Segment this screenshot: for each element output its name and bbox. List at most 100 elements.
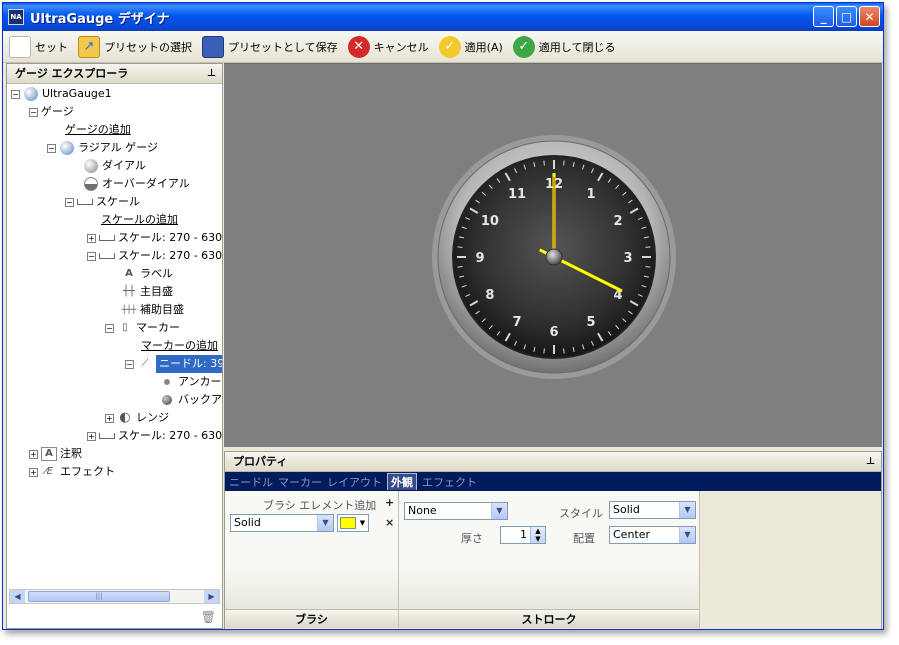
scale-ruler-icon: [99, 249, 115, 263]
collapse-icon[interactable]: −: [11, 89, 20, 99]
tree-link-add-scale[interactable]: スケールの追加: [101, 211, 178, 229]
tree-node-root[interactable]: − UltraGauge1: [11, 85, 112, 103]
tree-node-dial[interactable]: ダイアル: [83, 157, 146, 175]
save-preset-button[interactable]: プリセットとして保存: [202, 35, 338, 58]
clock-numeral: 9: [475, 251, 484, 266]
expand-icon[interactable]: +: [29, 449, 38, 459]
clock-numeral: 7: [512, 315, 521, 330]
tree-node-anchor[interactable]: アンカー: [159, 373, 222, 391]
tab-effects[interactable]: エフェクト: [422, 474, 477, 490]
tree-node-effects[interactable]: + ⁄E エフェクト: [29, 463, 115, 481]
close-button[interactable]: ✕: [859, 6, 880, 27]
collapse-icon[interactable]: −: [47, 143, 56, 153]
expand-icon[interactable]: +: [29, 467, 38, 477]
apply-close-button[interactable]: ✓ 適用して閉じる: [512, 35, 616, 58]
cancel-x-icon: ✕: [347, 35, 370, 58]
minimize-button[interactable]: _: [813, 6, 834, 27]
add-brush-element-button[interactable]: +: [385, 496, 394, 509]
placement-select[interactable]: Center ▼: [609, 526, 696, 544]
stroke-section: None ▼ スタイル Solid ▼ 厚さ 1 ▲▼ 配置 Center ▼: [399, 491, 700, 628]
brush-color-picker[interactable]: ▼: [337, 514, 369, 532]
apply-close-label: 適用して閉じる: [538, 40, 616, 54]
reset-label: セット: [35, 40, 68, 54]
annotation-a-icon: A: [41, 447, 57, 461]
major-tick-icon: ┼┼: [122, 286, 136, 297]
chevron-down-icon: ▼: [679, 502, 695, 518]
tree-node-gauges[interactable]: − ゲージ: [29, 103, 74, 121]
tab-marker[interactable]: マーカー: [278, 474, 322, 490]
title-bar[interactable]: NA UltraGauge デザイナ _ □ ✕: [3, 3, 883, 31]
tree-node-markers[interactable]: − ▯ マーカー: [105, 319, 180, 337]
tree-node-minor-ticks[interactable]: ┼┼┼ 補助目盛: [121, 301, 184, 319]
collapse-icon[interactable]: −: [125, 359, 134, 369]
tree-label: 注釈: [60, 447, 82, 460]
brush-type-select[interactable]: Solid ▼: [230, 514, 334, 532]
stroke-brush-select[interactable]: None ▼: [404, 502, 508, 520]
tab-needle[interactable]: ニードル: [229, 474, 273, 490]
maximize-button[interactable]: □: [836, 6, 857, 27]
expand-icon[interactable]: +: [105, 413, 114, 423]
tree-label: 補助目盛: [140, 303, 184, 316]
remove-brush-element-button[interactable]: ×: [385, 516, 394, 529]
brush-footer: ブラシ: [225, 609, 398, 628]
window-title: UltraGauge デザイナ: [30, 11, 170, 27]
tab-layout[interactable]: レイアウト: [327, 474, 382, 490]
tree-node-needle[interactable]: − ⟋ ニードル: 39: [125, 355, 222, 373]
tree-label: マーカーの追加: [141, 339, 218, 352]
trash-icon[interactable]: 🗑: [201, 610, 216, 624]
tree-node-back[interactable]: バックア: [159, 391, 222, 409]
reset-button[interactable]: セット: [9, 35, 68, 58]
scroll-right-icon[interactable]: ▶: [204, 590, 219, 603]
collapse-icon[interactable]: −: [65, 197, 74, 207]
tree-node-annotations[interactable]: + A 注釈: [29, 445, 82, 463]
tree-label: ラベル: [140, 267, 173, 280]
tree-label: オーバーダイアル: [102, 177, 190, 190]
tree-node-label[interactable]: A ラベル: [121, 265, 173, 283]
stroke-style-select[interactable]: Solid ▼: [609, 501, 696, 519]
tree-label-selected: ニードル: 39: [156, 355, 222, 373]
collapse-icon[interactable]: −: [29, 107, 38, 117]
pin-icon[interactable]: ⊥: [866, 452, 875, 472]
tree-node-radial-gauge[interactable]: − ラジアル ゲージ: [47, 139, 158, 157]
minor-tick: [563, 348, 565, 354]
tree-node-ranges[interactable]: + ◐ レンジ: [105, 409, 169, 427]
cancel-label: キャンセル: [373, 40, 429, 54]
stroke-brush-value: None: [408, 504, 437, 517]
tree-node-scale-2[interactable]: − スケール: 270 - 630: [87, 247, 222, 265]
reset-icon: [9, 35, 31, 58]
tree-node-major-ticks[interactable]: ┼┼ 主目盛: [121, 283, 173, 301]
tree-link-add-gauge[interactable]: ゲージの追加: [65, 121, 131, 139]
tree-label: スケールの追加: [101, 213, 178, 226]
tree-label: スケール: 270 - 630: [118, 231, 222, 244]
tree-label: ゲージ: [41, 105, 74, 118]
pin-icon[interactable]: ⊥: [207, 64, 216, 84]
folder-open-icon: ↗: [78, 35, 100, 58]
scroll-left-icon[interactable]: ◀: [10, 590, 25, 603]
tree-label: 主目盛: [140, 285, 173, 298]
tree-label: スケール: 270 - 630: [118, 249, 222, 262]
tree-node-scale-1[interactable]: + スケール: 270 - 630: [87, 229, 222, 247]
letter-a-icon: A: [125, 268, 133, 279]
spin-icon[interactable]: ▲ ▼: [530, 527, 545, 543]
apply-button[interactable]: ✓ 適用(A): [438, 35, 503, 58]
minor-tick: [457, 246, 463, 248]
needle-icon: ⟋: [141, 358, 149, 369]
tree-node-scales[interactable]: − スケール: [65, 193, 140, 211]
minor-tick-icon: ┼┼┼: [121, 305, 137, 314]
expand-icon[interactable]: +: [87, 431, 96, 441]
thickness-value: 1: [520, 528, 527, 541]
tab-appearance[interactable]: 外観: [387, 473, 417, 490]
tree-node-scale-3[interactable]: + スケール: 270 - 630: [87, 427, 222, 445]
toolbar: セット ↗ プリセットの選択 プリセットとして保存 ✕ キャンセル ✓ 適用(A…: [3, 31, 883, 63]
select-preset-button[interactable]: ↗ プリセットの選択: [78, 35, 192, 58]
expand-icon[interactable]: +: [87, 233, 96, 243]
tree-node-overdial[interactable]: オーバーダイアル: [83, 175, 190, 193]
apply-close-check-icon: ✓: [512, 35, 535, 58]
thickness-stepper[interactable]: 1 ▲ ▼: [500, 526, 546, 544]
collapse-icon[interactable]: −: [87, 251, 96, 261]
tree-link-add-marker[interactable]: マーカーの追加: [141, 337, 218, 355]
cancel-button[interactable]: ✕ キャンセル: [347, 35, 429, 58]
collapse-icon[interactable]: −: [105, 323, 114, 333]
explorer-horizontal-scrollbar[interactable]: ◀ ||| ▶: [9, 589, 220, 604]
scroll-thumb[interactable]: |||: [28, 591, 170, 602]
